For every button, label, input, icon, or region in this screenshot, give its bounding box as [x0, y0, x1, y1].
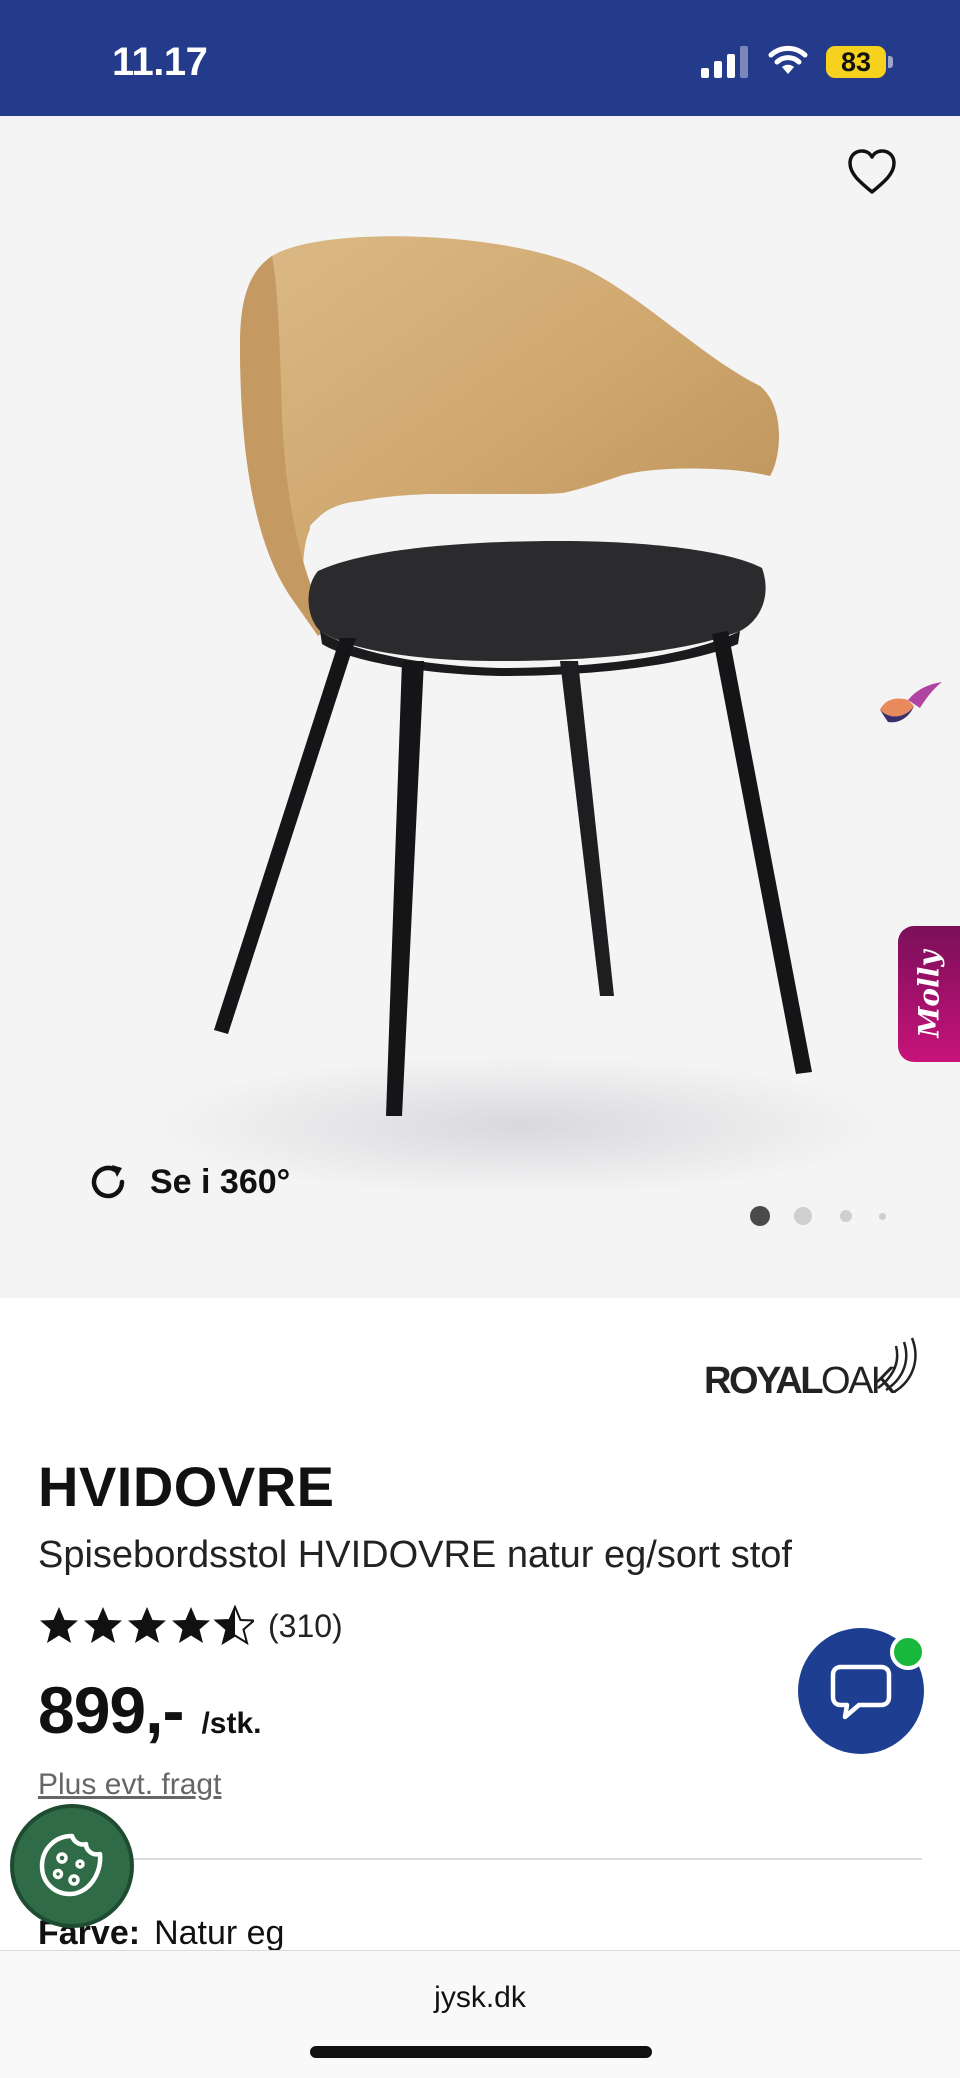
gallery-dot-1[interactable]	[750, 1206, 770, 1226]
gallery-dot-2[interactable]	[794, 1207, 812, 1225]
price-value: 899,-	[38, 1673, 184, 1747]
molly-bird-icon[interactable]	[870, 676, 946, 736]
molly-label: Molly	[912, 950, 946, 1038]
status-bar: 11.17 83	[0, 0, 960, 116]
browser-url-bar[interactable]: jysk.dk	[0, 1950, 960, 2078]
gallery-dot-3[interactable]	[840, 1210, 852, 1222]
rating-stars-icon	[40, 1606, 254, 1644]
cookie-icon	[39, 1833, 103, 1897]
brand-part-1: ROYAL	[704, 1360, 824, 1402]
brand-wordmark: ROYALOAK	[704, 1360, 896, 1403]
price-unit: /stk.	[201, 1707, 262, 1740]
product-title: HVIDOVRE	[38, 1455, 335, 1518]
home-indicator[interactable]	[310, 2046, 652, 2058]
status-time: 11.17	[112, 40, 208, 84]
battery-indicator: 83	[826, 46, 894, 78]
chat-bubble-icon	[830, 1664, 892, 1720]
product-price: 899,- /stk.	[38, 1672, 261, 1748]
molly-assistant-tab[interactable]: Molly	[898, 926, 960, 1062]
product-image-gallery[interactable]: Se i 360° Molly	[0, 116, 960, 1298]
color-value: Natur eg	[154, 1914, 285, 1952]
gallery-dot-4[interactable]	[879, 1213, 886, 1220]
cookie-settings-button[interactable]	[10, 1804, 134, 1928]
heart-outline-icon[interactable]	[844, 144, 900, 200]
url-text[interactable]: jysk.dk	[0, 1981, 960, 2015]
shipping-note-link[interactable]: Plus evt. fragt	[38, 1768, 221, 1802]
view-360-button[interactable]: Se i 360°	[86, 1156, 290, 1208]
cellular-signal-icon	[701, 46, 748, 78]
product-image-chair	[150, 236, 890, 1196]
product-subtitle: Spisebordsstol HVIDOVRE natur eg/sort st…	[38, 1534, 792, 1576]
section-divider	[38, 1858, 922, 1860]
chat-online-indicator	[890, 1634, 926, 1670]
view-360-label: Se i 360°	[150, 1162, 291, 1201]
rotate-icon	[91, 1165, 125, 1199]
battery-level: 83	[840, 47, 872, 77]
brand-logo: ROYALOAK	[704, 1336, 924, 1406]
wifi-icon	[768, 45, 808, 74]
brand-arcs-icon	[877, 1337, 917, 1394]
battery-cap	[888, 56, 893, 68]
rating-count[interactable]: (310)	[268, 1608, 343, 1645]
product-rating[interactable]: (310)	[38, 1604, 343, 1648]
